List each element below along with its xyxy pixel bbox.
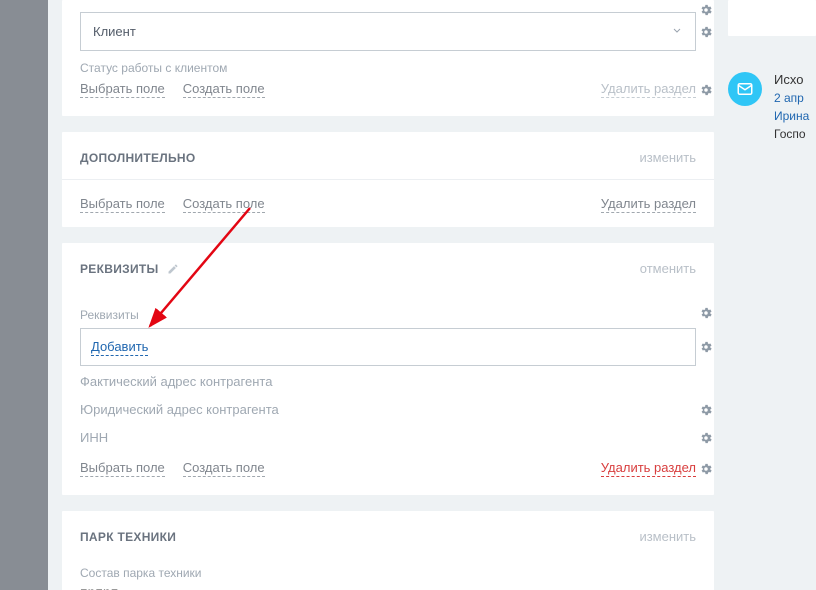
additional-title: ДОПОЛНИТЕЛЬНО — [80, 151, 196, 165]
equipment-field-label: Состав парка техники — [80, 566, 696, 580]
choose-field-link[interactable]: Выбрать поле — [80, 196, 165, 213]
mail-icon — [728, 72, 762, 106]
feed-date: 2 апр — [774, 91, 809, 105]
equipment-title: ПАРК ТЕХНИКИ — [80, 530, 176, 544]
pencil-icon — [167, 263, 179, 275]
create-field-link[interactable]: Создать поле — [183, 81, 265, 98]
gear-icon[interactable] — [698, 430, 714, 446]
legal-address-field[interactable]: Юридический адрес контрагента — [80, 402, 279, 418]
chevron-down-icon — [671, 24, 683, 39]
requisites-field-label: Реквизиты — [80, 308, 696, 322]
create-field-link[interactable]: Создать поле — [183, 460, 265, 477]
cancel-link[interactable]: отменить — [640, 261, 696, 276]
requisites-card: РЕКВИЗИТЫ отменить Реквизиты Добавить — [62, 243, 714, 495]
choose-field-link[interactable]: Выбрать поле — [80, 81, 165, 98]
equipment-value: прпрп — [80, 584, 696, 590]
timeline-stub — [728, 0, 816, 36]
edit-link[interactable]: изменить — [639, 529, 696, 544]
actual-address-field[interactable]: Фактический адрес контрагента — [80, 374, 272, 390]
additional-card: ДОПОЛНИТЕЛЬНО изменить Выбрать поле Созд… — [62, 132, 714, 227]
inn-field[interactable]: ИНН — [80, 430, 108, 446]
right-column: Исхо 2 апр Ирина Госпо — [728, 0, 816, 590]
gear-icon[interactable] — [698, 339, 714, 355]
feed-title: Исхо — [774, 72, 809, 87]
client-card: Клиент Статус работы с клиентом Выбрать … — [62, 0, 714, 116]
delete-section-link[interactable]: Удалить раздел — [601, 81, 696, 98]
feed-body: Госпо — [774, 127, 809, 141]
requisites-title: РЕКВИЗИТЫ — [80, 262, 179, 276]
gear-icon[interactable] — [698, 2, 714, 18]
client-type-select[interactable]: Клиент — [80, 12, 696, 51]
delete-section-link[interactable]: Удалить раздел — [601, 460, 696, 477]
gear-icon[interactable] — [698, 24, 714, 40]
edit-link[interactable]: изменить — [639, 150, 696, 165]
choose-field-link[interactable]: Выбрать поле — [80, 460, 165, 477]
add-link[interactable]: Добавить — [91, 339, 148, 356]
create-field-link[interactable]: Создать поле — [183, 196, 265, 213]
requisites-input-box[interactable]: Добавить — [80, 328, 696, 366]
gear-icon[interactable] — [698, 305, 714, 321]
delete-section-link[interactable]: Удалить раздел — [601, 196, 696, 213]
feed-author: Ирина — [774, 109, 809, 123]
gear-icon[interactable] — [698, 82, 714, 98]
gear-icon[interactable] — [698, 402, 714, 418]
gear-icon[interactable] — [698, 461, 714, 477]
client-type-value: Клиент — [93, 24, 136, 39]
left-rail-stub — [0, 0, 48, 590]
client-status-label: Статус работы с клиентом — [80, 61, 696, 75]
main-column: Клиент Статус работы с клиентом Выбрать … — [48, 0, 728, 590]
equipment-card: ПАРК ТЕХНИКИ изменить Состав парка техни… — [62, 511, 714, 590]
feed-item[interactable]: Исхо 2 апр Ирина Госпо — [728, 68, 816, 145]
